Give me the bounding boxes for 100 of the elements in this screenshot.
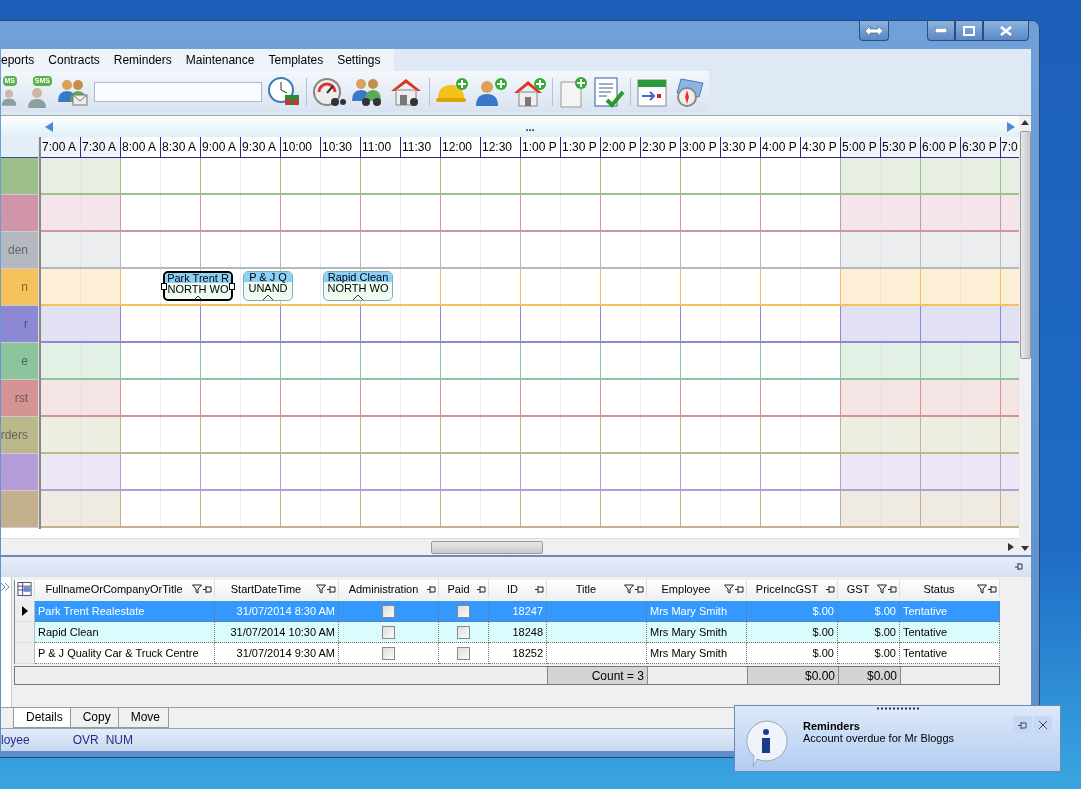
checklist-icon[interactable] xyxy=(593,75,625,108)
menu-item[interactable]: Settings xyxy=(330,52,388,67)
filter-icon[interactable] xyxy=(977,584,987,594)
compass-map-icon[interactable] xyxy=(673,76,705,107)
column-header[interactable]: Title xyxy=(547,580,647,598)
search-field[interactable] xyxy=(94,81,262,102)
pin-button[interactable] xyxy=(1013,716,1032,734)
appointment-location: UNAND xyxy=(248,282,288,295)
time-slot-header: 7:0 xyxy=(1001,137,1019,158)
filter-icon[interactable] xyxy=(724,584,734,594)
checkbox[interactable] xyxy=(382,604,395,618)
filter-icon[interactable] xyxy=(192,584,202,594)
checkbox[interactable] xyxy=(382,625,395,639)
appointment[interactable]: P & J Q UNAND xyxy=(243,271,293,302)
current-row-icon xyxy=(21,606,28,616)
table-cell: Tentative xyxy=(900,622,1000,643)
time-slot-header: 9:00 A xyxy=(201,137,241,158)
column-header[interactable]: Status xyxy=(900,580,1000,598)
time-slot-header: 1:00 P xyxy=(521,137,561,158)
scroll-up-icon[interactable] xyxy=(1021,120,1029,126)
tab[interactable]: Copy xyxy=(69,708,120,729)
house-plus-icon[interactable] xyxy=(513,76,547,107)
appointment[interactable]: Rapid Clean NORTH WO xyxy=(323,271,393,302)
column-header[interactable]: Employee xyxy=(647,580,747,598)
gauge-binoculars-icon[interactable] xyxy=(312,76,346,107)
time-slot-header: 2:00 P xyxy=(601,137,641,158)
menu-item[interactable]: Contracts xyxy=(41,52,107,67)
column-header[interactable]: ID xyxy=(489,580,547,598)
resource-cell[interactable] xyxy=(1,158,38,196)
row-header[interactable] xyxy=(15,601,35,622)
resource-cell[interactable] xyxy=(1,491,38,529)
resource-cell[interactable] xyxy=(1,454,38,492)
checkbox[interactable] xyxy=(457,646,470,660)
checkbox[interactable] xyxy=(457,625,470,639)
clock-binoculars-icon[interactable] xyxy=(267,76,301,107)
column-header[interactable]: Administration xyxy=(339,580,439,598)
navigation-label[interactable]: ... xyxy=(525,121,535,132)
pin-icon[interactable] xyxy=(888,584,897,594)
pin-icon[interactable] xyxy=(477,584,486,594)
tab[interactable]: Move xyxy=(117,708,170,729)
expand-icon[interactable] xyxy=(1,583,10,591)
table-icon xyxy=(17,581,32,597)
column-header[interactable]: GST xyxy=(838,580,900,598)
pin-icon[interactable] xyxy=(427,584,436,594)
maximize-button[interactable] xyxy=(955,21,983,41)
time-slot-header: 3:00 P xyxy=(681,137,721,158)
scroll-down-icon[interactable] xyxy=(1021,546,1029,552)
table-cell: $.00 xyxy=(838,622,900,643)
menu-item[interactable]: Maintenance xyxy=(178,52,262,67)
filter-icon[interactable] xyxy=(624,584,634,594)
minimize-button[interactable] xyxy=(927,21,955,41)
table-cell: Park Trent Realestate xyxy=(35,601,215,622)
resource-label: e xyxy=(21,354,28,369)
grip-icon[interactable] xyxy=(877,707,919,710)
column-header[interactable]: PriceIncGST xyxy=(747,580,838,598)
pin-icon[interactable] xyxy=(327,584,336,594)
pin-icon[interactable] xyxy=(203,584,212,594)
column-chooser-button[interactable] xyxy=(15,580,35,598)
person-plus-icon[interactable] xyxy=(474,76,508,107)
time-slot-header: 5:30 P xyxy=(881,137,921,158)
maximize-icon xyxy=(963,25,975,36)
menu-item[interactable]: eports xyxy=(1,52,42,67)
time-slot-header: 2:30 P xyxy=(641,137,681,158)
column-header[interactable]: FullnameOrCompanyOrTitle xyxy=(35,580,215,598)
time-slot-header: 10:30 xyxy=(321,137,361,158)
column-header[interactable]: StartDateTime xyxy=(215,580,339,598)
tab[interactable]: Details xyxy=(13,708,72,729)
menu-item[interactable]: Reminders xyxy=(106,52,179,67)
status-text: OVR xyxy=(72,733,99,748)
time-slot-header: 7:00 A xyxy=(41,137,81,158)
filter-icon[interactable] xyxy=(877,584,887,594)
document-plus-icon[interactable] xyxy=(558,75,588,108)
close-button[interactable] xyxy=(1033,716,1052,734)
scroll-right-icon[interactable] xyxy=(1008,543,1014,552)
time-slot-header: 10:00 xyxy=(281,137,321,158)
people-mail-icon[interactable] xyxy=(57,77,89,106)
vertical-scrollbar[interactable] xyxy=(1019,116,1031,556)
filter-icon[interactable] xyxy=(316,584,326,594)
menu-item[interactable]: Templates xyxy=(261,52,331,67)
scrollbar-thumb[interactable] xyxy=(431,541,543,555)
pin-icon[interactable] xyxy=(535,584,544,594)
checkbox[interactable] xyxy=(457,604,470,618)
scrollbar-thumb[interactable] xyxy=(1019,131,1031,360)
pin-icon[interactable] xyxy=(988,584,997,594)
close-button[interactable] xyxy=(983,21,1029,41)
scroll-left-icon[interactable] xyxy=(45,121,53,132)
horizontal-scrollbar[interactable] xyxy=(1,538,1019,556)
resize-handle[interactable] xyxy=(161,283,167,291)
checkbox[interactable] xyxy=(382,646,395,660)
pin-icon[interactable] xyxy=(635,584,644,594)
column-header[interactable]: Paid xyxy=(439,580,489,598)
resize-button[interactable] xyxy=(859,21,889,41)
table-cell: Rapid Clean xyxy=(35,622,215,643)
resource-cell[interactable] xyxy=(1,195,38,233)
pin-icon[interactable] xyxy=(826,584,835,594)
summary-cell: $0.00 xyxy=(838,667,900,684)
appointment[interactable]: Park Trent R NORTH WO xyxy=(163,271,233,302)
pin-icon[interactable] xyxy=(735,584,744,594)
appointment-title: P & J Q xyxy=(249,272,287,283)
resize-handle[interactable] xyxy=(229,283,235,291)
